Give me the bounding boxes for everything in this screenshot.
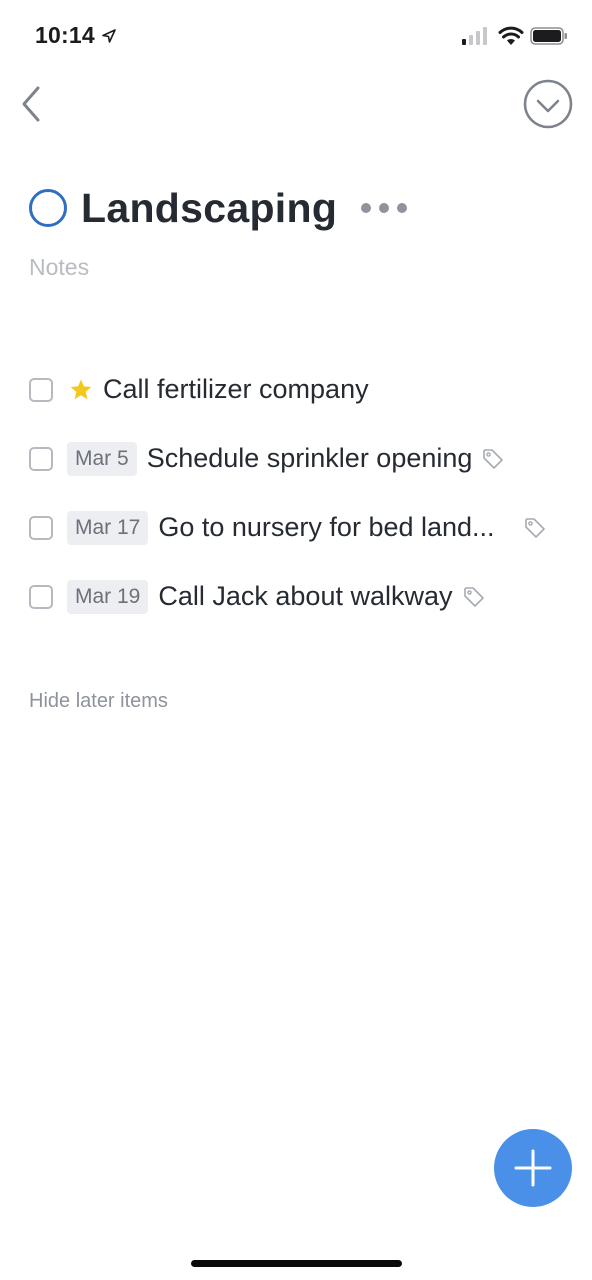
add-task-button[interactable]: [494, 1129, 572, 1207]
task-row[interactable]: Call fertilizer company: [29, 355, 579, 424]
location-arrow-icon: [102, 28, 116, 43]
cellular-signal-icon: [462, 27, 487, 45]
plus-icon: [514, 1149, 552, 1187]
more-dot-icon: [379, 203, 390, 213]
project-header: Landscaping: [29, 180, 408, 236]
task-list: Call fertilizer company Mar 5 Schedule s…: [29, 355, 579, 631]
date-badge: Mar 5: [67, 441, 137, 476]
task-checkbox[interactable]: [29, 584, 53, 609]
date-badge: Mar 17: [67, 510, 149, 545]
task-row[interactable]: Mar 5 Schedule sprinkler opening: [29, 424, 579, 493]
back-button[interactable]: [14, 84, 54, 124]
star-icon: [70, 379, 92, 399]
time-label: 10:14: [35, 22, 95, 48]
more-dot-icon: [361, 203, 372, 213]
more-dot-icon: [397, 203, 408, 213]
task-checkbox[interactable]: [29, 446, 53, 471]
task-title: Call Jack about walkway: [158, 581, 453, 611]
complete-project-button[interactable]: [522, 78, 574, 130]
project-title[interactable]: Landscaping: [81, 185, 337, 232]
date-badge: Mar 19: [67, 579, 149, 614]
wifi-icon: [498, 26, 524, 45]
status-bar: 10:14: [0, 0, 592, 74]
task-title: Go to nursery for bed land...: [158, 512, 495, 542]
tag-icon: [525, 517, 546, 538]
home-indicator[interactable]: [191, 1260, 402, 1267]
task-row[interactable]: Mar 19 Call Jack about walkway: [29, 562, 579, 631]
status-time: 10:14: [35, 22, 117, 49]
task-title: Call fertilizer company: [103, 374, 369, 404]
project-status-circle[interactable]: [29, 189, 67, 227]
task-row[interactable]: Mar 17 Go to nursery for bed land...: [29, 493, 579, 562]
more-options-button[interactable]: [361, 196, 408, 220]
battery-icon: [530, 27, 567, 45]
notes-field[interactable]: Notes: [29, 254, 89, 281]
task-checkbox[interactable]: [29, 377, 53, 402]
hide-later-items-button[interactable]: Hide later items: [29, 690, 168, 713]
tag-icon: [463, 586, 484, 607]
task-checkbox[interactable]: [29, 515, 53, 540]
task-title: Schedule sprinkler opening: [146, 443, 473, 473]
tag-icon: [483, 448, 504, 469]
